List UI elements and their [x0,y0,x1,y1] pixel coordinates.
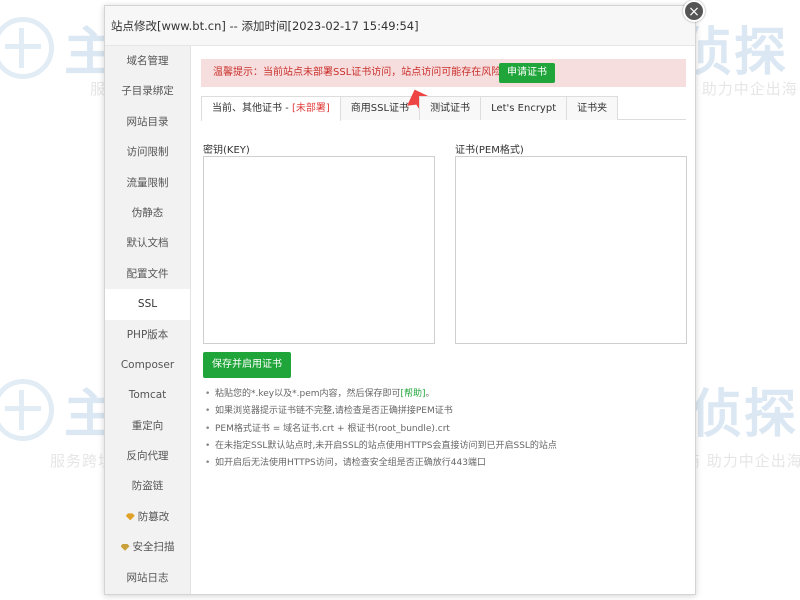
certificate-textarea[interactable] [455,156,687,344]
key-label: 密钥(KEY) [203,145,250,156]
sidebar-item-label: 默认文档 [126,237,169,250]
sidebar-item-label: 网站日志 [126,571,169,584]
sidebar-item-label: 重定向 [131,419,164,432]
sidebar-item[interactable]: 防盗链 [105,471,190,501]
sidebar-item[interactable]: 网站日志 [105,563,190,593]
globe-icon [0,378,54,441]
sidebar-item-label: 子目录绑定 [121,85,174,98]
sidebar-item-label: 流量限制 [126,176,169,189]
tips-list: 粘贴您的*.key以及*.pem内容，然后保存即可[帮助]。 如果浏览器提示证书… [203,386,683,473]
save-and-enable-button[interactable]: 保存并启用证书 [203,352,291,378]
sidebar-item-label: 安全扫描 [132,541,175,554]
tab-test-certificate[interactable]: 测试证书 [419,96,482,120]
tab-label: 当前、其他证书 - [212,103,292,114]
tab-label: Let's Encrypt [491,103,557,114]
sidebar-item-label: SSL [137,298,158,311]
ssl-tabs: 当前、其他证书 - [未部署] 商用SSL证书 测试证书 Let's Encry… [201,96,686,121]
tab-status-badge: [未部署] [291,103,330,114]
help-link[interactable]: [帮助] [401,389,426,399]
tab-current-certificate[interactable]: 当前、其他证书 - [未部署] [201,96,341,121]
tip-item: PEM格式证书 = 域名证书.crt + 根证书(root_bundle).cr… [203,421,683,439]
sidebar-item[interactable]: 配置文件 [105,259,190,289]
sidebar-item[interactable]: Tomcat [105,380,190,410]
sidebar-item[interactable]: 网站目录 [105,107,190,137]
sidebar-item-label: 配置文件 [126,267,169,280]
tab-label: 商用SSL证书 [350,103,410,114]
sidebar-item[interactable]: 反向代理 [105,441,190,471]
sidebar-item-label: 防篡改 [137,510,170,523]
sidebar-item-label: 反向代理 [126,450,169,463]
sidebar-item-label: Tomcat [128,389,167,402]
sidebar-item[interactable]: 伪静态 [105,198,190,228]
sidebar-item[interactable]: 访问限制 [105,137,190,167]
orange-gem-icon [125,513,135,521]
tip-item: 在未指定SSL默认站点时,未开启SSL的站点使用HTTPS会直接访问到已开启SS… [203,438,683,456]
site-settings-dialog: 站点修改[www.bt.cn] -- 添加时间[2023-02-17 15:49… [104,5,696,595]
apply-certificate-button[interactable]: 申请证书 [499,63,555,83]
sidebar-item-label: PHP版本 [126,328,169,341]
sidebar-item-label: 网站目录 [126,115,169,128]
tab-certificate-folder[interactable]: 证书夹 [566,96,619,120]
alert-text: 温馨提示：当前站点未部署SSL证书访问，站点访问可能存在风险。 [213,67,512,78]
sidebar-item[interactable]: 安全扫描 [105,532,190,562]
certificate-label: 证书(PEM格式) [455,145,524,156]
sidebar-item-label: Composer [120,358,175,371]
sidebar: 域名管理子目录绑定网站目录访问限制流量限制伪静态默认文档配置文件 SSL PHP版本… [105,46,191,594]
sidebar-item[interactable]: 重定向 [105,411,190,441]
ssl-panel: 温馨提示：当前站点未部署SSL证书访问，站点访问可能存在风险。 申请证书 当前、… [191,46,695,594]
sidebar-item[interactable]: 默认文档 [105,228,190,258]
sidebar-item-label: 访问限制 [126,146,169,159]
tab-label: 证书夹 [577,103,608,114]
sidebar-item[interactable]: 防篡改 [105,502,190,532]
sidebar-item[interactable]: PHP版本 [105,320,190,350]
tip-item: 粘贴您的*.key以及*.pem内容，然后保存即可[帮助]。 [203,386,683,404]
sidebar-item[interactable]: 子目录绑定 [105,76,190,106]
sidebar-item[interactable]: 域名管理 [105,46,190,76]
sidebar-item[interactable]: Composer [105,350,190,380]
ssl-warning-alert: 温馨提示：当前站点未部署SSL证书访问，站点访问可能存在风险。 申请证书 [201,59,686,87]
sidebar-item[interactable]: 流量限制 [105,168,190,198]
globe-icon [0,16,54,79]
tip-item: 如果浏览器提示证书链不完整,请检查是否正确拼接PEM证书 [203,403,683,421]
sidebar-item-label: 伪静态 [131,206,164,219]
tab-commercial-ssl[interactable]: 商用SSL证书 [339,96,420,120]
sidebar-item-label: 域名管理 [126,55,169,67]
dialog-title: 站点修改[www.bt.cn] -- 添加时间[2023-02-17 15:49… [105,6,695,46]
sidebar-item[interactable]: SSL [105,289,190,320]
tab-lets-encrypt[interactable]: Let's Encrypt [480,96,568,120]
sidebar-item-label: 防盗链 [131,480,164,493]
tip-item: 如开启后无法使用HTTPS访问，请检查安全组是否正确放行443端口 [203,455,683,473]
gold-gem-icon [120,543,130,551]
tab-label: 测试证书 [430,103,471,114]
close-dialog-button[interactable]: × [683,0,705,22]
key-textarea[interactable] [203,156,435,344]
